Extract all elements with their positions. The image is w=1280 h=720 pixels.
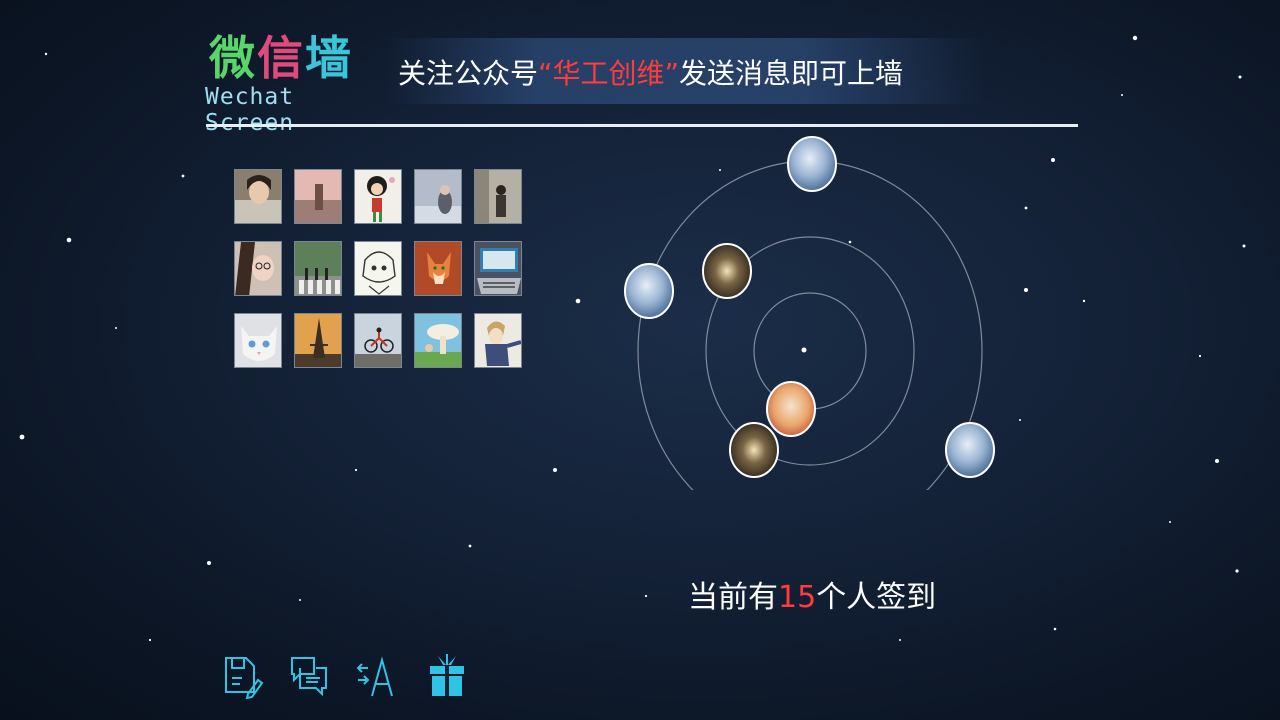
font-icon [356, 656, 393, 697]
avatar-laptop[interactable] [474, 241, 522, 296]
logo-char-2: 信 [257, 31, 305, 85]
avatar-white-cat[interactable] [234, 313, 282, 368]
notes-icon [225, 657, 264, 700]
banner-instruction: 关注公众号“华工创维”发送消息即可上墙 [398, 52, 903, 92]
avatar-mushroom-anime[interactable] [414, 313, 462, 368]
avatar-cartoon-girl[interactable] [354, 169, 402, 224]
chat-icon [291, 657, 327, 697]
orbit-signin-visualization [624, 136, 995, 490]
orbit-avatar-moon-top[interactable] [787, 136, 837, 192]
avatar-sunset-photo[interactable] [294, 169, 342, 224]
avatar-abbey-road[interactable] [294, 241, 342, 296]
avatar-cyclist[interactable] [354, 313, 402, 368]
banner-prefix: 关注公众号 [398, 57, 539, 90]
outer-orbit [637, 160, 983, 490]
notes-button[interactable] [222, 652, 264, 700]
avatar-girl-portrait[interactable] [234, 169, 282, 224]
chat-button[interactable] [288, 652, 330, 700]
signin-count-text: 当前有15个人签到 [688, 572, 936, 616]
avatar-glasses-girl[interactable] [234, 241, 282, 296]
logo-char-1: 微 [209, 31, 257, 85]
banner-account-name: “华工创维” [538, 57, 680, 90]
avatar-anime-sketch[interactable] [354, 241, 402, 296]
orbit-center [801, 347, 807, 353]
orbit-avatar-moon-left[interactable] [624, 263, 674, 319]
logo-char-3: 墙 [305, 31, 353, 85]
avatar-eiffel-tower[interactable] [294, 313, 342, 368]
logo-subtitle: Wechat Screen [205, 84, 295, 136]
avatar-anime-boy[interactable] [474, 313, 522, 368]
header-divider [206, 124, 1078, 127]
avatar-fox-cartoon[interactable] [414, 241, 462, 296]
orbit-avatar-cat[interactable] [766, 381, 816, 437]
avatar-winter-girl[interactable] [414, 169, 462, 224]
signin-suffix: 个人签到 [816, 580, 937, 615]
wechat-wall-logo: 微信墙 Wechat Screen [205, 22, 365, 136]
orbit-avatar-tunnel-bottom[interactable] [729, 422, 779, 478]
banner-suffix: 发送消息即可上墙 [679, 57, 904, 90]
bottom-toolbar [222, 652, 472, 702]
gift-button[interactable] [426, 652, 468, 700]
avatar-girl-wall[interactable] [474, 169, 522, 224]
signed-in-avatar-grid [234, 169, 526, 372]
signin-prefix: 当前有 [688, 580, 778, 615]
font-button[interactable] [356, 652, 398, 700]
orbit-avatar-tunnel-top[interactable] [702, 243, 752, 299]
orbit-avatar-moon-right[interactable] [945, 422, 995, 478]
signin-count: 15 [778, 580, 817, 615]
gift-icon [430, 654, 464, 696]
logo-title: 微信墙 [209, 22, 353, 88]
